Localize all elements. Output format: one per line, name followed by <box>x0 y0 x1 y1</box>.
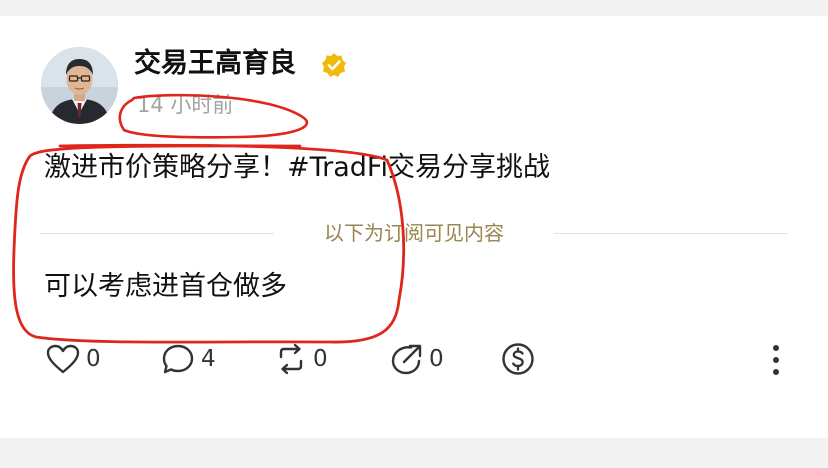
author-name[interactable]: 交易王高育良 <box>134 44 296 84</box>
more-vertical-icon[interactable] <box>764 342 788 378</box>
subscriber-divider-label: 以下为订阅可见内容 <box>324 221 504 245</box>
comment-button[interactable]: 4 <box>161 341 216 377</box>
subscriber-content-text: 可以考虑进首仓做多 <box>44 271 287 302</box>
repost-button[interactable]: 0 <box>275 341 328 377</box>
share-icon <box>391 344 422 375</box>
like-button[interactable]: 0 <box>46 341 101 377</box>
comment-count: 4 <box>201 346 216 372</box>
share-button[interactable]: 0 <box>389 341 444 377</box>
post-text: 激进市价策略分享！#TradFi交易分享挑战 <box>44 152 550 183</box>
share-count: 0 <box>429 346 444 372</box>
tip-button[interactable] <box>501 341 535 377</box>
divider-line-left <box>40 233 274 234</box>
repost-icon <box>279 343 303 375</box>
avatar-image <box>41 47 118 124</box>
comment-icon <box>162 344 194 374</box>
verified-badge-icon <box>322 53 346 77</box>
heart-icon <box>46 344 80 374</box>
post-timestamp: 14 小时前 <box>137 93 234 117</box>
divider-line-right <box>554 233 788 234</box>
dollar-coin-icon <box>502 343 534 375</box>
author-avatar[interactable] <box>41 47 118 124</box>
like-count: 0 <box>86 346 101 372</box>
repost-count: 0 <box>313 346 328 372</box>
subscriber-divider: 以下为订阅可见内容 <box>40 216 788 250</box>
